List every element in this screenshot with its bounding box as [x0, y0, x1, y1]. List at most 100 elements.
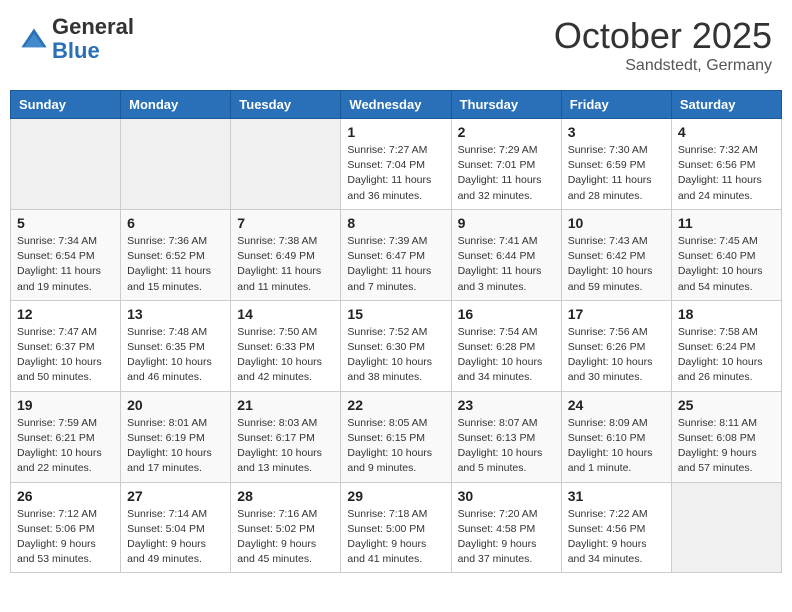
- weekday-header-saturday: Saturday: [671, 91, 781, 119]
- day-info: Sunrise: 7:12 AM Sunset: 5:06 PM Dayligh…: [17, 507, 114, 568]
- calendar-cell: 28 Sunrise: 7:16 AM Sunset: 5:02 PM Dayli…: [231, 482, 341, 573]
- day-info: Sunrise: 7:36 AM Sunset: 6:52 PM Dayligh…: [127, 234, 224, 295]
- day-info: Sunrise: 7:45 AM Sunset: 6:40 PM Dayligh…: [678, 234, 775, 295]
- day-number: 28: [237, 488, 334, 504]
- day-info: Sunrise: 8:01 AM Sunset: 6:19 PM Dayligh…: [127, 416, 224, 477]
- day-info: Sunrise: 7:58 AM Sunset: 6:24 PM Dayligh…: [678, 325, 775, 386]
- day-number: 7: [237, 215, 334, 231]
- day-number: 21: [237, 397, 334, 413]
- calendar-cell: [11, 119, 121, 210]
- day-number: 5: [17, 215, 114, 231]
- calendar-cell: 21 Sunrise: 8:03 AM Sunset: 6:17 PM Dayli…: [231, 391, 341, 482]
- day-number: 20: [127, 397, 224, 413]
- location-subtitle: Sandstedt, Germany: [554, 57, 772, 75]
- day-number: 12: [17, 306, 114, 322]
- calendar-cell: 4 Sunrise: 7:32 AM Sunset: 6:56 PM Daylig…: [671, 119, 781, 210]
- day-number: 2: [458, 124, 555, 140]
- calendar-cell: 10 Sunrise: 7:43 AM Sunset: 6:42 PM Dayli…: [561, 209, 671, 300]
- weekday-header-tuesday: Tuesday: [231, 91, 341, 119]
- day-info: Sunrise: 7:54 AM Sunset: 6:28 PM Dayligh…: [458, 325, 555, 386]
- week-row-3: 12 Sunrise: 7:47 AM Sunset: 6:37 PM Dayli…: [11, 300, 782, 391]
- calendar-cell: 22 Sunrise: 8:05 AM Sunset: 6:15 PM Dayli…: [341, 391, 451, 482]
- calendar-cell: 3 Sunrise: 7:30 AM Sunset: 6:59 PM Daylig…: [561, 119, 671, 210]
- day-number: 4: [678, 124, 775, 140]
- day-info: Sunrise: 7:47 AM Sunset: 6:37 PM Dayligh…: [17, 325, 114, 386]
- calendar-cell: 26 Sunrise: 7:12 AM Sunset: 5:06 PM Dayli…: [11, 482, 121, 573]
- day-number: 10: [568, 215, 665, 231]
- calendar-cell: 7 Sunrise: 7:38 AM Sunset: 6:49 PM Daylig…: [231, 209, 341, 300]
- day-info: Sunrise: 7:34 AM Sunset: 6:54 PM Dayligh…: [17, 234, 114, 295]
- calendar-cell: 16 Sunrise: 7:54 AM Sunset: 6:28 PM Dayli…: [451, 300, 561, 391]
- logo-icon: [20, 25, 48, 53]
- day-number: 17: [568, 306, 665, 322]
- calendar-cell: 17Sunrise: 7:56 AM Sunset: 6:26 PM Dayli…: [561, 300, 671, 391]
- calendar-cell: 27Sunrise: 7:14 AM Sunset: 5:04 PM Dayli…: [121, 482, 231, 573]
- day-number: 29: [347, 488, 444, 504]
- day-number: 22: [347, 397, 444, 413]
- day-info: Sunrise: 7:18 AM Sunset: 5:00 PM Dayligh…: [347, 507, 444, 568]
- day-number: 1: [347, 124, 444, 140]
- calendar-cell: 19 Sunrise: 7:59 AM Sunset: 6:21 PM Dayli…: [11, 391, 121, 482]
- day-info: Sunrise: 7:29 AM Sunset: 7:01 PM Dayligh…: [458, 143, 555, 204]
- logo: General Blue: [20, 15, 134, 63]
- calendar-cell: [121, 119, 231, 210]
- day-number: 19: [17, 397, 114, 413]
- day-info: Sunrise: 7:14 AM Sunset: 5:04 PM Dayligh…: [127, 507, 224, 568]
- day-number: 14: [237, 306, 334, 322]
- week-row-1: 1 Sunrise: 7:27 AM Sunset: 7:04 PM Daylig…: [11, 119, 782, 210]
- calendar-cell: 1 Sunrise: 7:27 AM Sunset: 7:04 PM Daylig…: [341, 119, 451, 210]
- day-info: Sunrise: 7:16 AM Sunset: 5:02 PM Dayligh…: [237, 507, 334, 568]
- day-info: Sunrise: 7:30 AM Sunset: 6:59 PM Dayligh…: [568, 143, 665, 204]
- calendar-cell: [671, 482, 781, 573]
- day-number: 31: [568, 488, 665, 504]
- weekday-header-sunday: Sunday: [11, 91, 121, 119]
- day-info: Sunrise: 7:20 AM Sunset: 4:58 PM Dayligh…: [458, 507, 555, 568]
- page-header: General Blue October 2025 Sandstedt, Ger…: [10, 10, 782, 80]
- day-number: 16: [458, 306, 555, 322]
- day-info: Sunrise: 8:05 AM Sunset: 6:15 PM Dayligh…: [347, 416, 444, 477]
- day-info: Sunrise: 7:27 AM Sunset: 7:04 PM Dayligh…: [347, 143, 444, 204]
- week-row-4: 19 Sunrise: 7:59 AM Sunset: 6:21 PM Dayli…: [11, 391, 782, 482]
- calendar-cell: 8Sunrise: 7:39 AM Sunset: 6:47 PM Daylig…: [341, 209, 451, 300]
- day-info: Sunrise: 7:48 AM Sunset: 6:35 PM Dayligh…: [127, 325, 224, 386]
- day-info: Sunrise: 8:11 AM Sunset: 6:08 PM Dayligh…: [678, 416, 775, 477]
- weekday-header-monday: Monday: [121, 91, 231, 119]
- calendar-cell: 13 Sunrise: 7:48 AM Sunset: 6:35 PM Dayli…: [121, 300, 231, 391]
- calendar-cell: 11Sunrise: 7:45 AM Sunset: 6:40 PM Dayli…: [671, 209, 781, 300]
- month-title: October 2025: [554, 15, 772, 57]
- day-number: 9: [458, 215, 555, 231]
- calendar-cell: 14Sunrise: 7:50 AM Sunset: 6:33 PM Dayli…: [231, 300, 341, 391]
- day-info: Sunrise: 7:41 AM Sunset: 6:44 PM Dayligh…: [458, 234, 555, 295]
- weekday-header-friday: Friday: [561, 91, 671, 119]
- day-info: Sunrise: 7:59 AM Sunset: 6:21 PM Dayligh…: [17, 416, 114, 477]
- day-info: Sunrise: 7:22 AM Sunset: 4:56 PM Dayligh…: [568, 507, 665, 568]
- calendar-cell: 29 Sunrise: 7:18 AM Sunset: 5:00 PM Dayli…: [341, 482, 451, 573]
- day-info: Sunrise: 8:09 AM Sunset: 6:10 PM Dayligh…: [568, 416, 665, 477]
- day-info: Sunrise: 7:32 AM Sunset: 6:56 PM Dayligh…: [678, 143, 775, 204]
- day-info: Sunrise: 7:43 AM Sunset: 6:42 PM Dayligh…: [568, 234, 665, 295]
- calendar-cell: 5 Sunrise: 7:34 AM Sunset: 6:54 PM Daylig…: [11, 209, 121, 300]
- calendar-cell: 18 Sunrise: 7:58 AM Sunset: 6:24 PM Dayli…: [671, 300, 781, 391]
- calendar-cell: 31 Sunrise: 7:22 AM Sunset: 4:56 PM Dayli…: [561, 482, 671, 573]
- calendar-cell: 12 Sunrise: 7:47 AM Sunset: 6:37 PM Dayli…: [11, 300, 121, 391]
- day-number: 3: [568, 124, 665, 140]
- logo-text: General Blue: [52, 15, 134, 63]
- day-number: 30: [458, 488, 555, 504]
- calendar-cell: 30 Sunrise: 7:20 AM Sunset: 4:58 PM Dayli…: [451, 482, 561, 573]
- day-number: 8: [347, 215, 444, 231]
- day-number: 26: [17, 488, 114, 504]
- day-number: 23: [458, 397, 555, 413]
- day-info: Sunrise: 7:38 AM Sunset: 6:49 PM Dayligh…: [237, 234, 334, 295]
- day-number: 25: [678, 397, 775, 413]
- calendar-cell: 23Sunrise: 8:07 AM Sunset: 6:13 PM Dayli…: [451, 391, 561, 482]
- day-info: Sunrise: 8:03 AM Sunset: 6:17 PM Dayligh…: [237, 416, 334, 477]
- calendar-table: SundayMondayTuesdayWednesdayThursdayFrid…: [10, 90, 782, 573]
- weekday-header-wednesday: Wednesday: [341, 91, 451, 119]
- day-number: 6: [127, 215, 224, 231]
- calendar-cell: 9 Sunrise: 7:41 AM Sunset: 6:44 PM Daylig…: [451, 209, 561, 300]
- calendar-cell: 6 Sunrise: 7:36 AM Sunset: 6:52 PM Daylig…: [121, 209, 231, 300]
- day-number: 13: [127, 306, 224, 322]
- weekday-header-row: SundayMondayTuesdayWednesdayThursdayFrid…: [11, 91, 782, 119]
- title-block: October 2025 Sandstedt, Germany: [554, 15, 772, 75]
- day-number: 18: [678, 306, 775, 322]
